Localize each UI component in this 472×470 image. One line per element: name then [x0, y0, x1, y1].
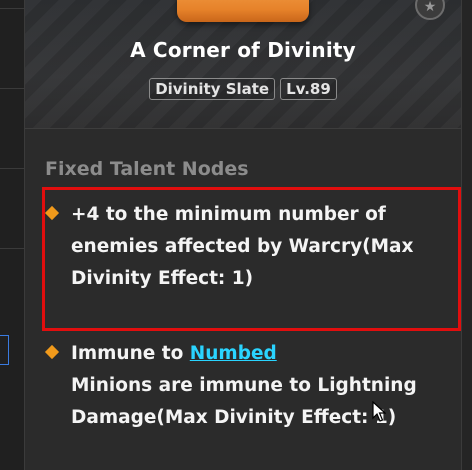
- section-title: Fixed Talent Nodes: [45, 158, 249, 180]
- talent-node-line2: Minions are immune to Lightning Damage(M…: [71, 375, 417, 428]
- divider: [0, 168, 24, 169]
- background-left-panel: [0, 0, 24, 470]
- talent-node-prefix: Immune to: [71, 343, 190, 364]
- divider: [0, 8, 24, 9]
- selection-fragment: [0, 335, 9, 365]
- divider: [0, 248, 24, 249]
- item-type-tag: Divinity Slate: [149, 78, 276, 100]
- item-level-tag: Lv.89: [280, 78, 337, 100]
- highlight-box: [42, 187, 461, 331]
- divider: [0, 88, 24, 89]
- lock-badge-icon[interactable]: ★: [415, 0, 445, 20]
- item-tooltip: ★ A Corner of Divinity Divinity Slate Lv…: [24, 0, 462, 470]
- background-right-panel: [462, 0, 472, 470]
- item-tags: Divinity Slate Lv.89: [25, 78, 461, 100]
- diamond-bullet-icon: [44, 344, 60, 360]
- item-icon: [177, 0, 309, 22]
- item-name: A Corner of Divinity: [130, 38, 356, 62]
- mouse-cursor-icon: [372, 401, 386, 422]
- tooltip-header: ★ A Corner of Divinity Divinity Slate Lv…: [25, 0, 461, 129]
- talent-node-text: Immune to Numbed Minions are immune to Li…: [71, 338, 445, 434]
- numbed-link[interactable]: Numbed: [190, 343, 277, 364]
